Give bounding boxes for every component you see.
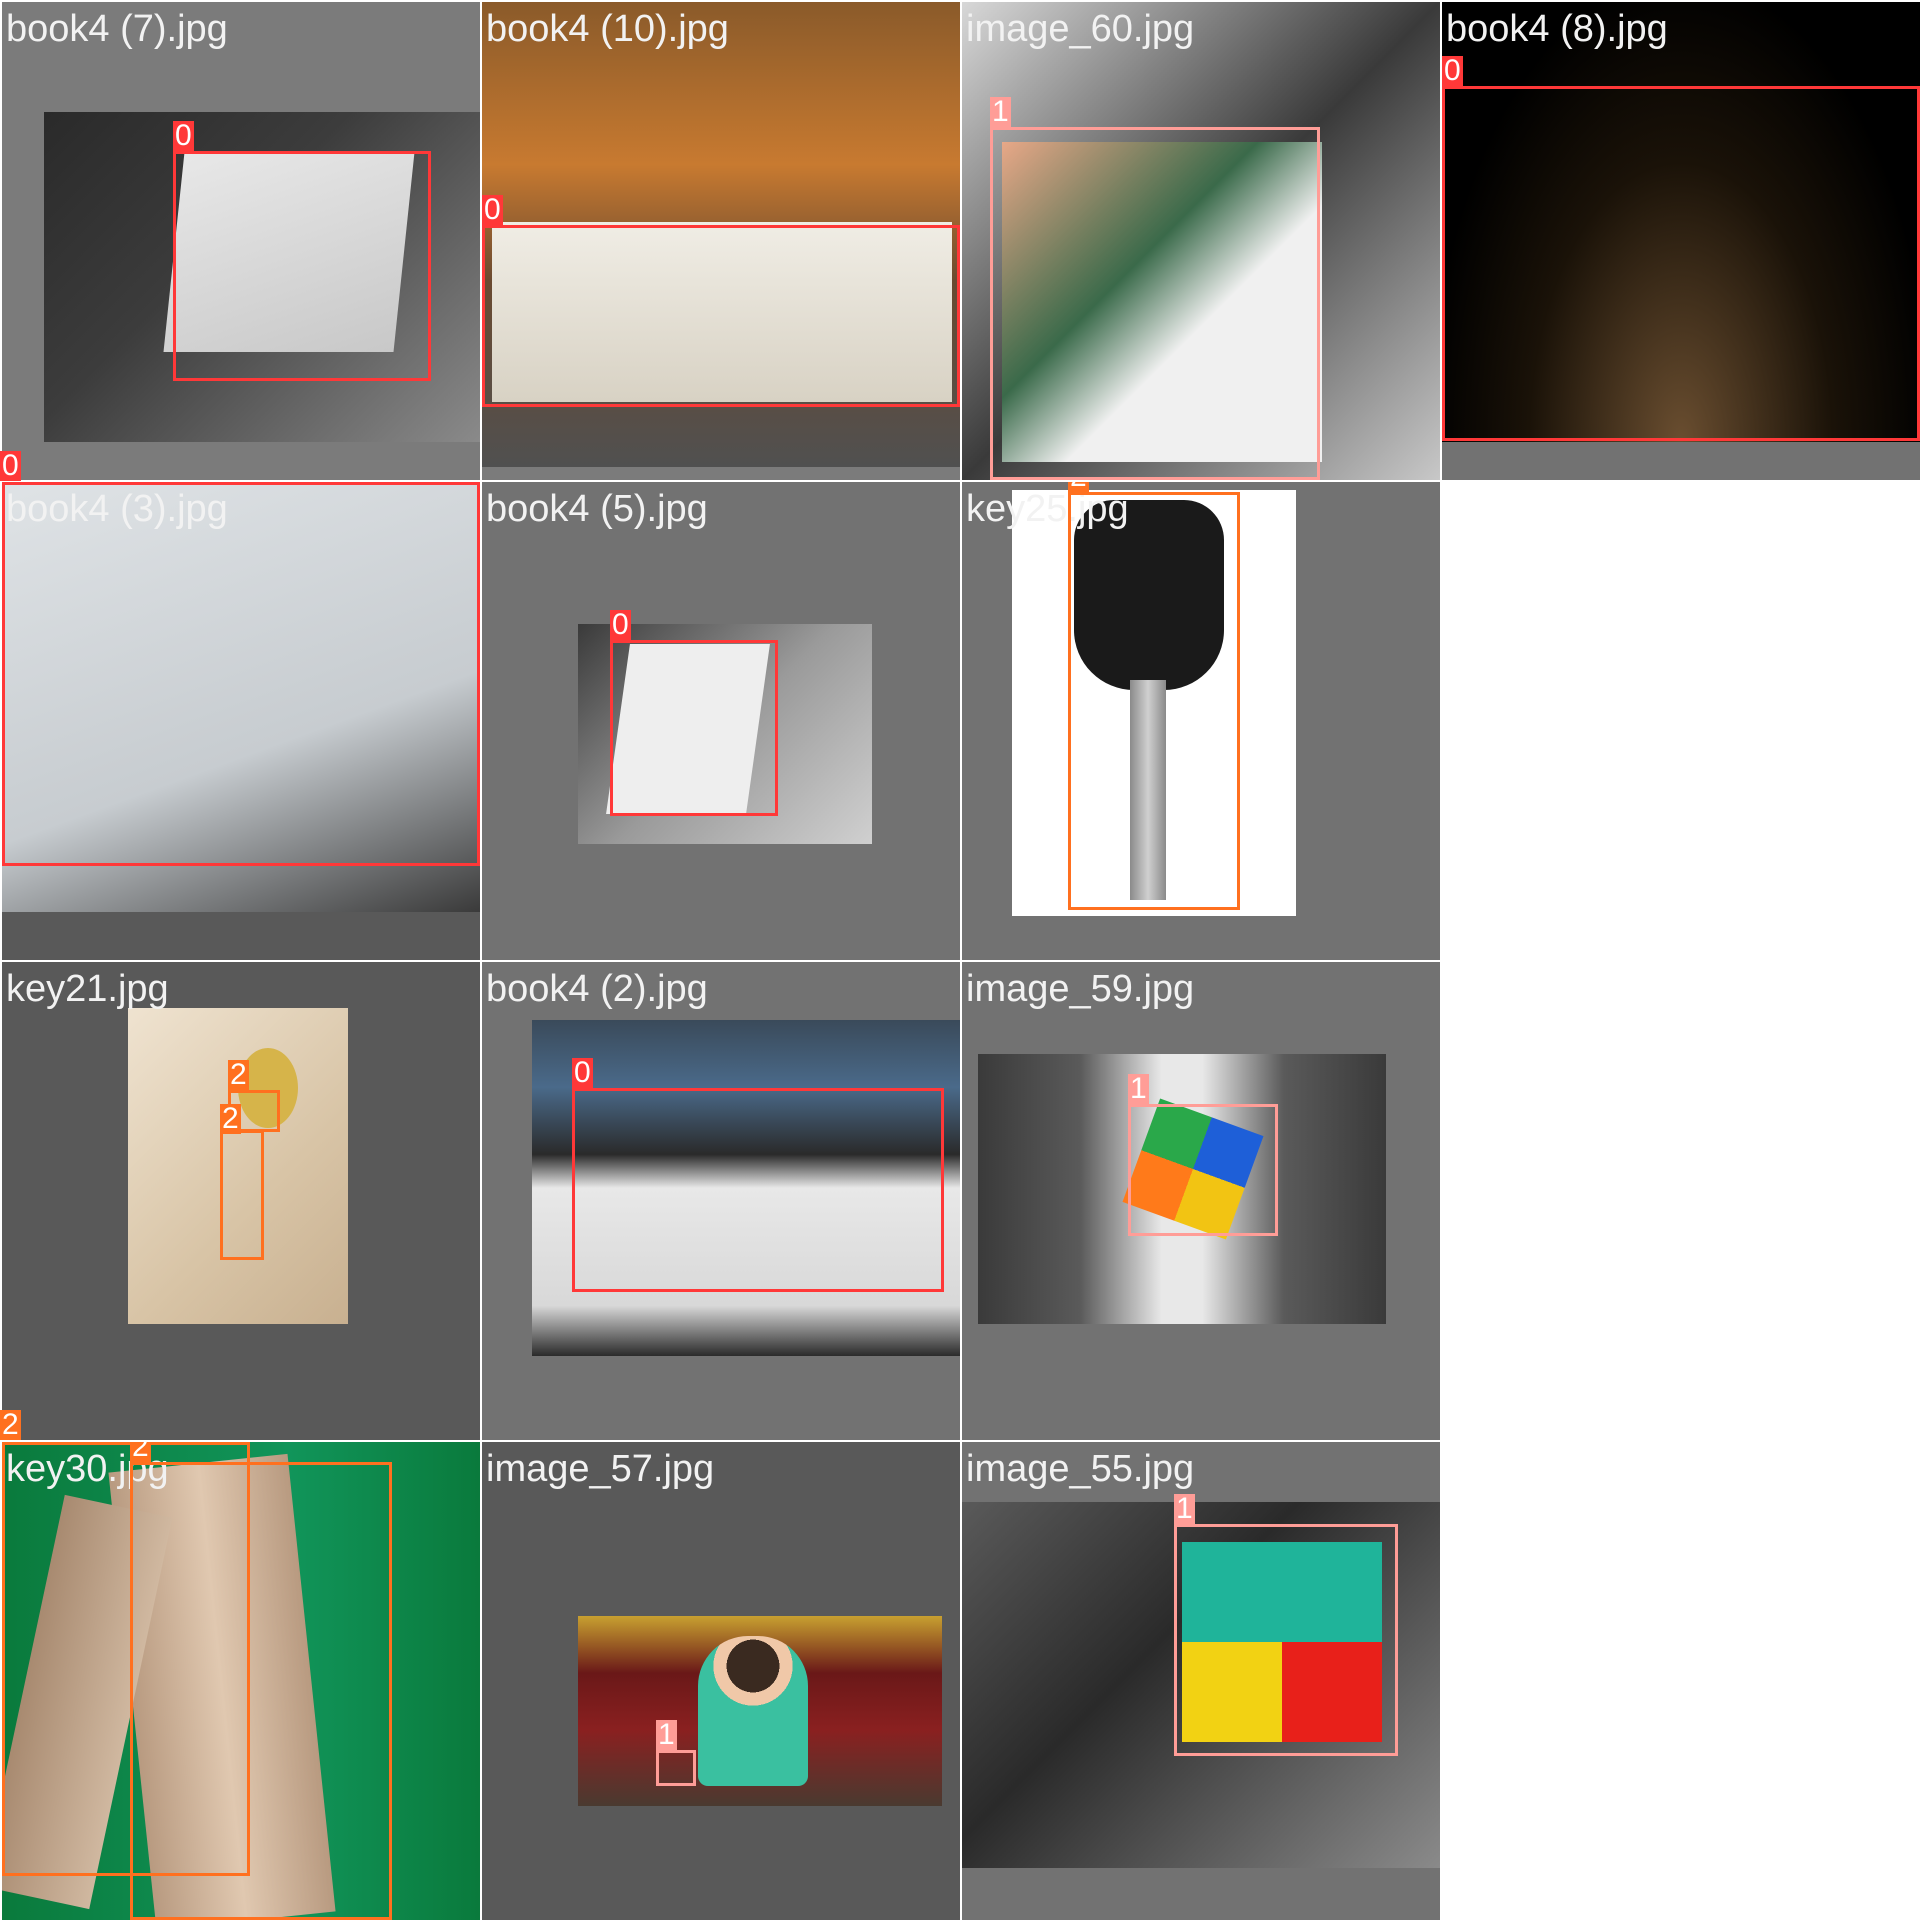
tile-filename: book4 (2).jpg <box>486 968 708 1010</box>
tile-filename: image_59.jpg <box>966 968 1195 1010</box>
mosaic-tile: book4 (2).jpg 0 <box>482 962 960 1440</box>
mosaic-tile: book4 (3).jpg <box>2 482 480 960</box>
detection-box <box>610 640 778 816</box>
tile-filename: image_55.jpg <box>966 1448 1195 1490</box>
class-label: 2 <box>130 1442 151 1462</box>
detection-box <box>173 151 431 381</box>
detection-box <box>572 1088 944 1292</box>
detection-box <box>2 482 480 866</box>
mosaic-tile: image_57.jpg 1 <box>482 1442 960 1920</box>
class-label: 0 <box>572 1056 593 1089</box>
mosaic-tile: book4 (10).jpg 0 <box>482 2 960 480</box>
class-label: 1 <box>990 95 1011 128</box>
mosaic-tile: key21.jpg 2 2 <box>2 962 480 1440</box>
mosaic-tile: book4 (7).jpg 0 <box>2 2 480 480</box>
tile-filename: book4 (5).jpg <box>486 488 708 530</box>
detection-box <box>130 1462 392 1920</box>
detection-box <box>1068 492 1240 910</box>
mosaic-tile: image_60.jpg 1 <box>962 2 1440 480</box>
class-label: 1 <box>1128 1072 1149 1105</box>
class-label: 2 <box>228 1058 249 1091</box>
tile-filename: image_57.jpg <box>486 1448 715 1490</box>
tile-filename: book4 (10).jpg <box>486 8 729 50</box>
tile-filename: book4 (7).jpg <box>6 8 228 50</box>
detection-box <box>220 1130 264 1260</box>
class-label: 2 <box>0 1408 21 1441</box>
mosaic-tile: image_59.jpg 1 <box>962 962 1440 1440</box>
detection-box <box>656 1750 696 1786</box>
class-label: 0 <box>1442 54 1463 87</box>
mosaic-tile: key25.jpg 2 <box>962 482 1440 960</box>
tile-photo <box>578 1616 942 1806</box>
class-label: 0 <box>482 193 503 226</box>
detection-box <box>990 127 1320 480</box>
mosaic-tile: book4 (5).jpg 0 <box>482 482 960 960</box>
tile-filename: key21.jpg <box>6 968 169 1010</box>
class-label: 0 <box>0 449 21 482</box>
detection-box <box>482 225 960 407</box>
class-label: 0 <box>173 119 194 152</box>
tile-filename: image_60.jpg <box>966 8 1195 50</box>
class-label: 0 <box>610 608 631 641</box>
tile-filename: book4 (8).jpg <box>1446 8 1668 50</box>
class-label: 1 <box>656 1718 677 1751</box>
class-label: 2 <box>1068 482 1089 492</box>
mosaic-tile: key30.jpg 2 <box>2 1442 480 1920</box>
mosaic-tile: image_55.jpg 1 <box>962 1442 1440 1920</box>
class-label: 1 <box>1174 1492 1195 1525</box>
mosaic-tile: book4 (8).jpg 0 <box>1442 2 1920 480</box>
detection-box <box>1174 1524 1398 1756</box>
detection-box <box>1128 1104 1278 1236</box>
detection-box <box>1442 86 1920 441</box>
class-label: 2 <box>220 1102 241 1135</box>
